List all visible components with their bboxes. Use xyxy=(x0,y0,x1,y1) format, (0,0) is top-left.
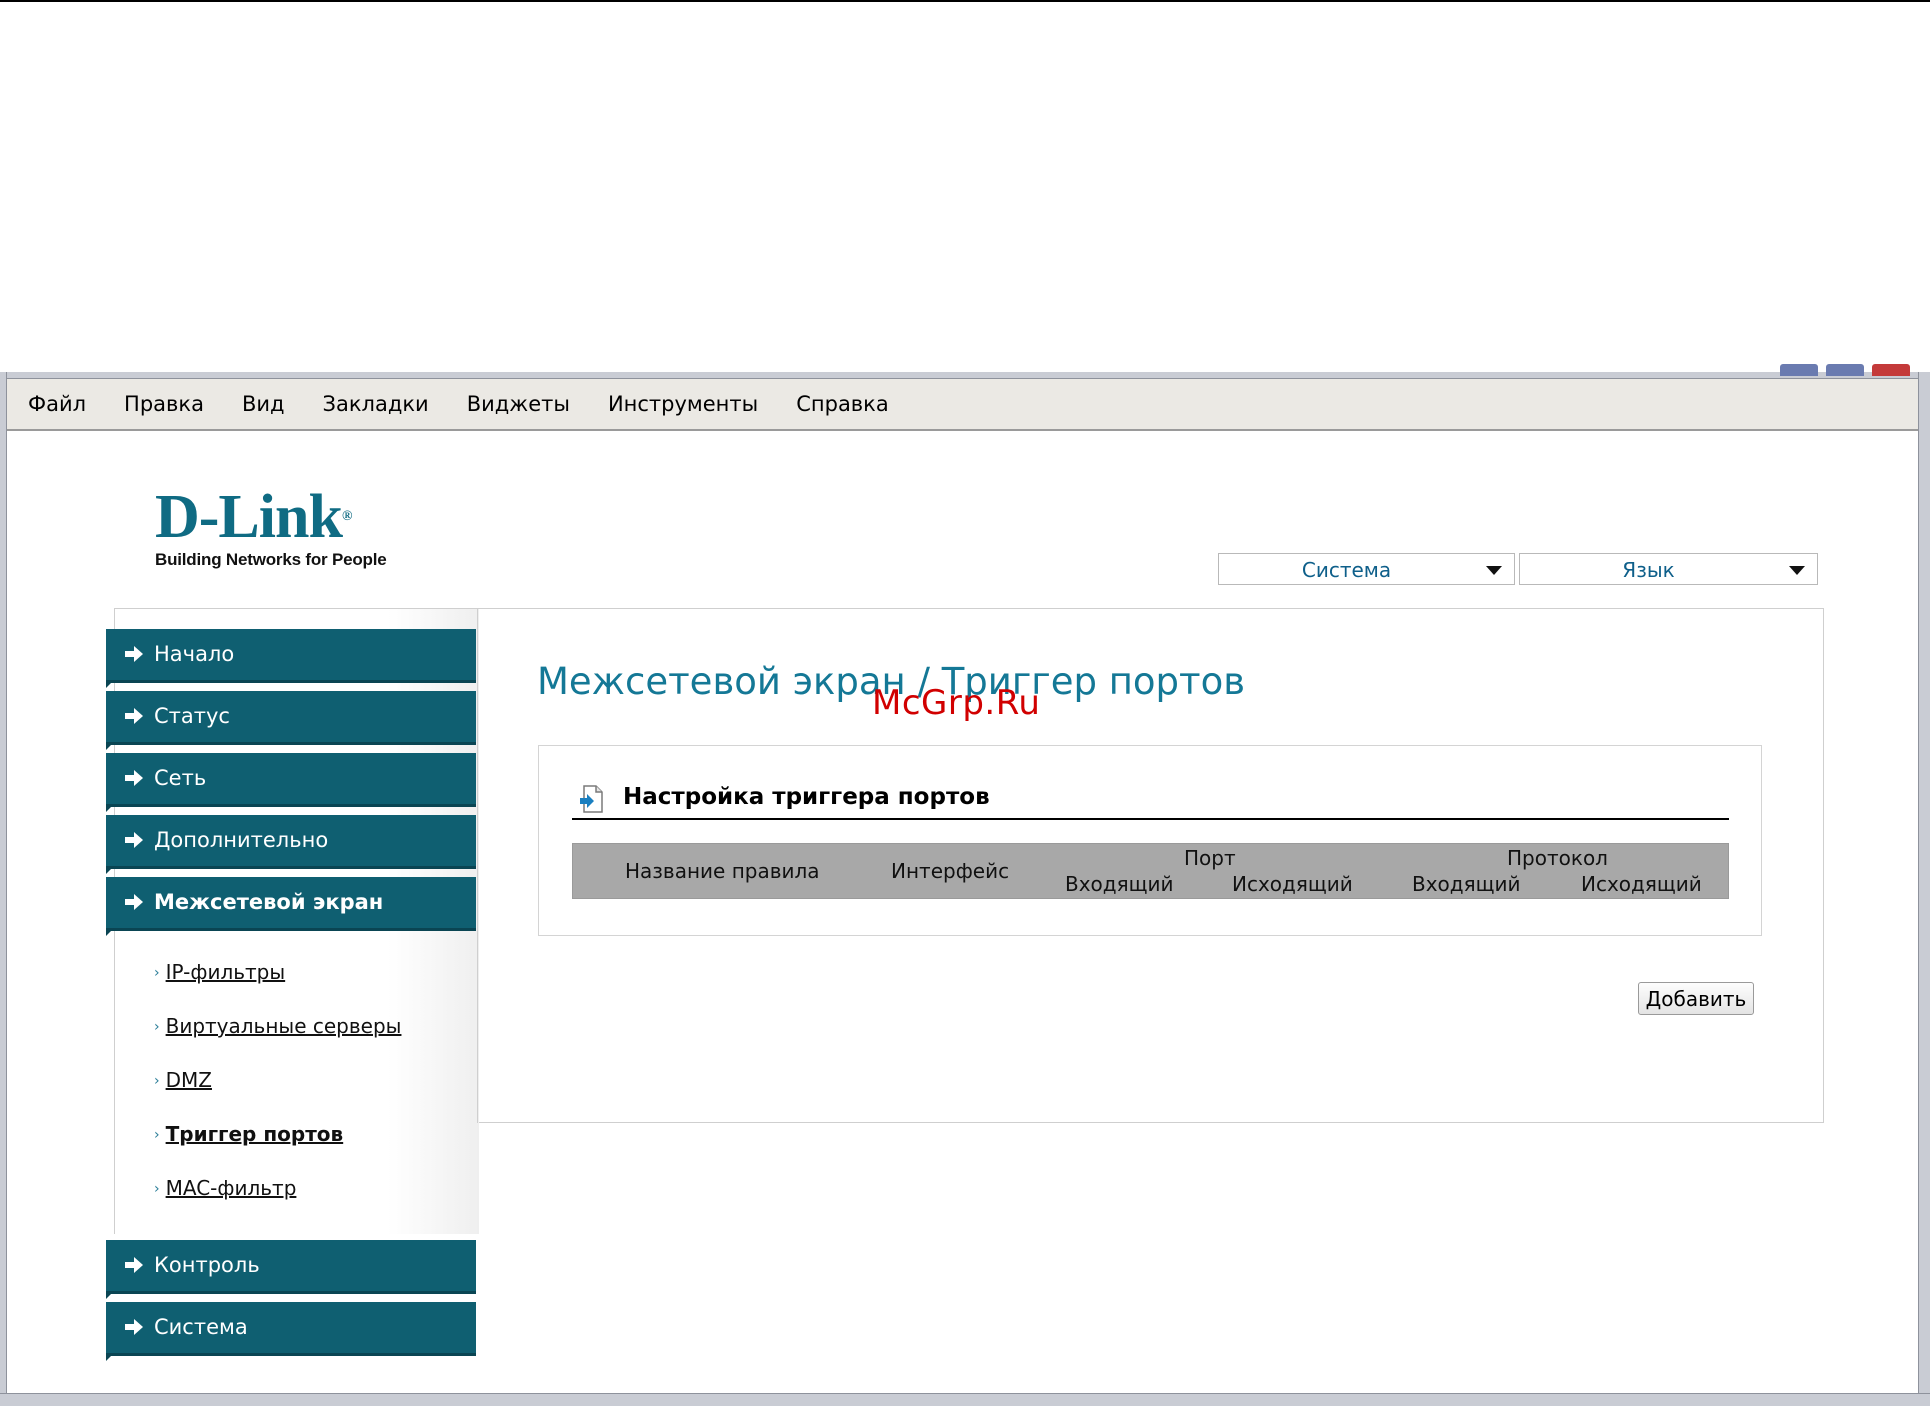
sidebar-item-firewall[interactable]: Межсетевой экран xyxy=(106,877,476,936)
arrow-right-icon xyxy=(125,832,143,848)
language-select-label: Язык xyxy=(1622,558,1675,582)
sidebar-item-label: Начало xyxy=(154,642,235,666)
menu-bar: Файл Правка Вид Закладки Виджеты Инструм… xyxy=(7,379,1918,431)
submenu-link[interactable]: MAC-фильтр xyxy=(166,1176,297,1200)
bullet-icon: › xyxy=(154,1073,160,1089)
sidebar-item-label: Межсетевой экран xyxy=(154,890,384,914)
menu-help[interactable]: Справка xyxy=(777,392,908,416)
dlink-logo: D-Link® Building Networks for People xyxy=(155,483,387,570)
submenu-link[interactable]: Виртуальные серверы xyxy=(166,1014,402,1038)
maximize-button[interactable] xyxy=(1826,364,1864,376)
chevron-down-icon xyxy=(1789,566,1805,575)
arrow-right-icon xyxy=(125,1257,143,1273)
arrow-right-icon xyxy=(125,1319,143,1335)
logo-tagline: Building Networks for People xyxy=(155,550,387,569)
column-group-protocol: Протокол xyxy=(1507,846,1608,870)
minimize-button[interactable] xyxy=(1780,364,1818,376)
arrow-right-icon xyxy=(125,770,143,786)
column-port-in: Входящий xyxy=(1065,872,1174,896)
submenu-link[interactable]: Триггер портов xyxy=(166,1122,344,1146)
submenu-link[interactable]: DMZ xyxy=(166,1068,212,1092)
menu-file[interactable]: Файл xyxy=(7,392,105,416)
language-select[interactable]: Язык xyxy=(1519,553,1818,585)
page-top-rule xyxy=(0,0,1930,2)
sidebar-item-status[interactable]: Статус xyxy=(106,691,476,750)
arrow-right-icon xyxy=(125,708,143,724)
sidebar-item-label: Дополнительно xyxy=(154,828,329,852)
column-group-port: Порт xyxy=(1184,846,1236,870)
document-arrow-icon xyxy=(580,785,603,813)
submenu-item-mac-filter[interactable]: › MAC-фильтр xyxy=(154,1176,296,1200)
system-select-label: Система xyxy=(1301,558,1392,582)
submenu-item-dmz[interactable]: › DMZ xyxy=(154,1068,212,1092)
menu-widgets[interactable]: Виджеты xyxy=(448,392,589,416)
arrow-right-icon xyxy=(125,646,143,662)
column-interface: Интерфейс xyxy=(891,859,1010,883)
bullet-icon: › xyxy=(154,1181,160,1197)
menu-tools[interactable]: Инструменты xyxy=(589,392,777,416)
chevron-down-icon xyxy=(1486,566,1502,575)
window-top-border xyxy=(0,372,1930,379)
sidebar-item-network[interactable]: Сеть xyxy=(106,753,476,812)
window-border-bottom xyxy=(0,1393,1930,1406)
submenu-link[interactable]: IP-фильтры xyxy=(166,960,286,984)
sidebar-item-label: Сеть xyxy=(154,766,207,790)
sidebar-item-system[interactable]: Система xyxy=(106,1302,476,1361)
close-button[interactable] xyxy=(1872,364,1910,376)
bullet-icon: › xyxy=(154,1127,160,1143)
bullet-icon: › xyxy=(154,1019,160,1035)
table-header: Название правила Интерфейс Порт Протокол… xyxy=(572,843,1729,899)
menu-view[interactable]: Вид xyxy=(223,392,304,416)
logo-brand: D-Link xyxy=(155,483,343,551)
submenu-item-ip-filters[interactable]: › IP-фильтры xyxy=(154,960,285,984)
menu-bookmarks[interactable]: Закладки xyxy=(304,392,448,416)
watermark: McGrp.Ru xyxy=(872,683,1041,723)
submenu-item-virtual-servers[interactable]: › Виртуальные серверы xyxy=(154,1014,401,1038)
menu-edit[interactable]: Правка xyxy=(105,392,223,416)
section-title: Настройка триггера портов xyxy=(623,784,990,810)
section-divider xyxy=(572,818,1729,820)
sidebar-divider xyxy=(477,608,478,1123)
sidebar-item-control[interactable]: Контроль xyxy=(106,1240,476,1299)
logo-registered: ® xyxy=(341,509,353,524)
sidebar-item-label: Статус xyxy=(154,704,230,728)
bullet-icon: › xyxy=(154,965,160,981)
system-select[interactable]: Система xyxy=(1218,553,1515,585)
sidebar-item-advanced[interactable]: Дополнительно xyxy=(106,815,476,874)
add-button[interactable]: Добавить xyxy=(1638,982,1754,1015)
window-border-right xyxy=(1918,372,1930,1405)
settings-section xyxy=(538,745,1762,936)
column-protocol-out: Исходящий xyxy=(1581,872,1702,896)
column-protocol-in: Входящий xyxy=(1412,872,1521,896)
submenu-item-port-trigger[interactable]: › Триггер портов xyxy=(154,1122,343,1146)
sidebar-item-label: Контроль xyxy=(154,1253,260,1277)
arrow-right-icon xyxy=(125,894,143,910)
column-port-out: Исходящий xyxy=(1232,872,1353,896)
sidebar-item-label: Система xyxy=(154,1315,248,1339)
sidebar-item-start[interactable]: Начало xyxy=(106,629,476,688)
window-border-left xyxy=(0,372,7,1405)
column-rule-name: Название правила xyxy=(625,859,820,883)
